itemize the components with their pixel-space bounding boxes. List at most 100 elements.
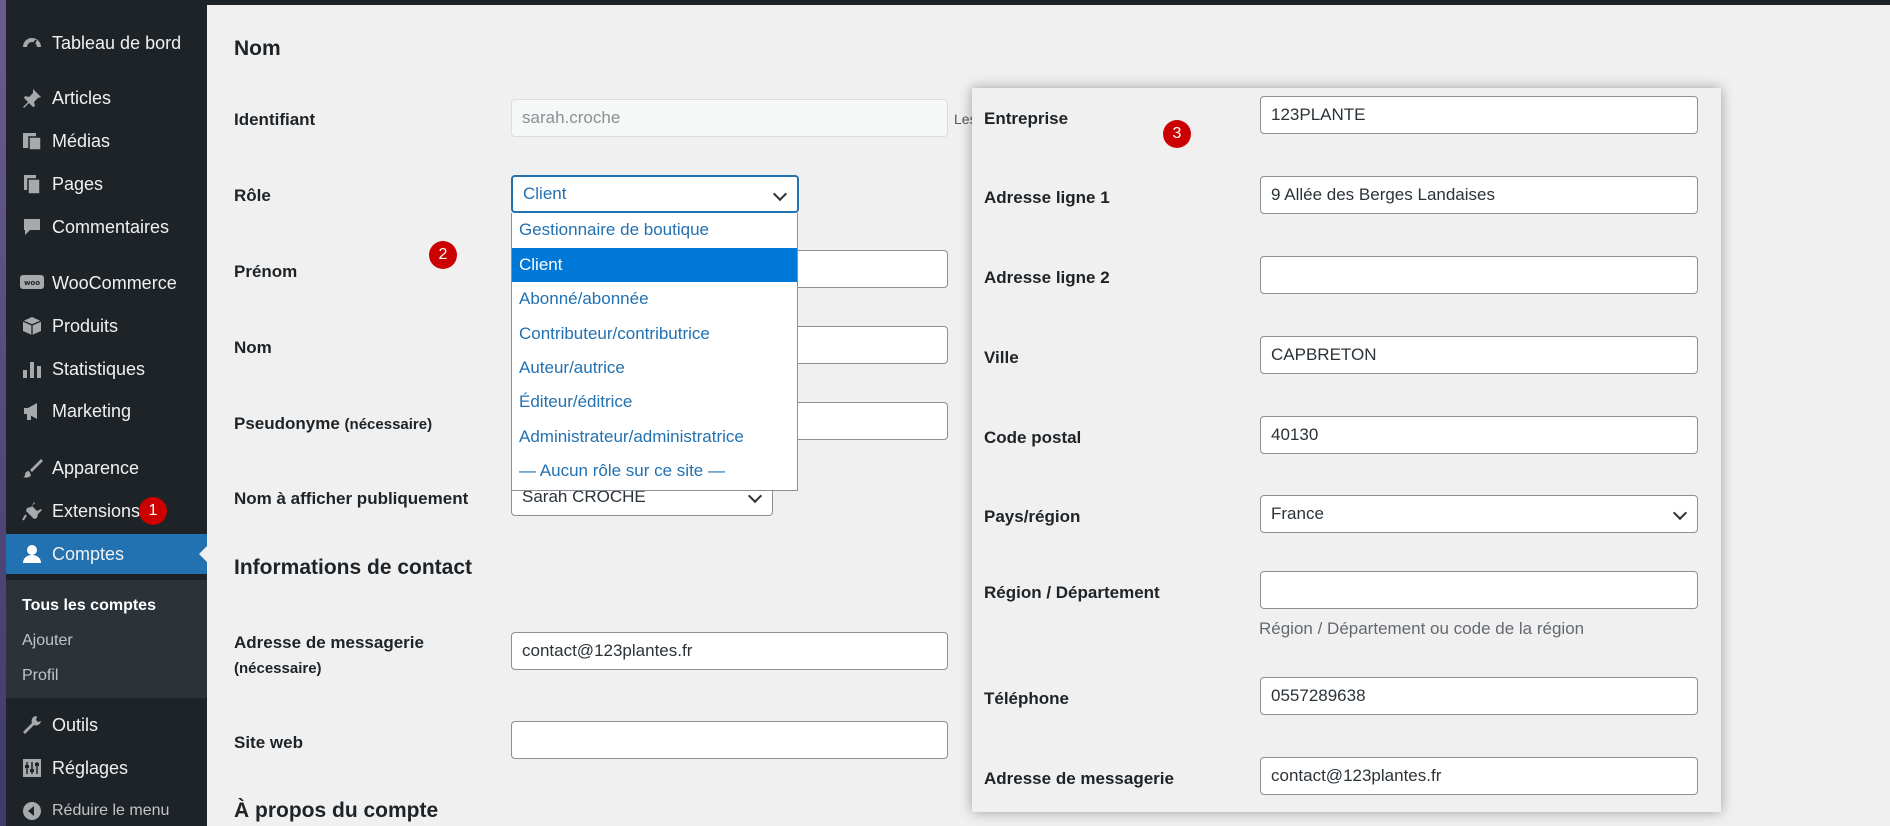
email-input[interactable]: contact@123plantes.fr <box>511 632 948 670</box>
chevron-down-icon <box>772 186 788 202</box>
billing-email-label: Adresse de messagerie <box>984 769 1174 788</box>
sidebar-item-reglages[interactable]: Réglages <box>6 748 207 788</box>
wrench-icon <box>20 713 44 737</box>
role-option-gestionnaire[interactable]: Gestionnaire de boutique <box>512 213 797 247</box>
brush-icon <box>20 456 44 480</box>
submenu-item-profil[interactable]: Profil <box>22 667 58 685</box>
sidebar-item-extensions[interactable]: Extensions <box>6 491 207 531</box>
company-label: Entreprise <box>984 109 1069 128</box>
role-option-contributeur[interactable]: Contributeur/contributrice <box>512 317 797 351</box>
site-web-input[interactable] <box>511 721 948 759</box>
sidebar-item-label: Comptes <box>52 543 125 564</box>
sidebar-item-statistiques[interactable]: Statistiques <box>6 349 207 389</box>
sidebar-item-produits[interactable]: Produits <box>6 306 207 346</box>
pseudo-label: Pseudonyme (nécessaire) <box>234 414 432 434</box>
sidebar-item-label: Articles <box>52 87 112 108</box>
user-icon <box>20 542 44 566</box>
identifiant-input: sarah.croche <box>511 99 948 137</box>
sidebar-item-label: Produits <box>52 315 119 336</box>
state-label: Région / Département <box>984 583 1160 602</box>
billing-email-input[interactable]: contact@123plantes.fr <box>1260 757 1698 795</box>
address2-input[interactable] <box>1260 256 1698 294</box>
sidebar-collapse-menu[interactable]: Réduire le menu <box>6 791 207 826</box>
country-label: Pays/région <box>984 507 1081 526</box>
address2-label: Adresse ligne 2 <box>984 268 1110 287</box>
sidebar-item-marketing[interactable]: Marketing <box>6 391 207 431</box>
submenu-item-ajouter[interactable]: Ajouter <box>22 632 73 650</box>
postcode-input[interactable]: 40130 <box>1260 416 1698 454</box>
prenom-label: Prénom <box>234 262 298 281</box>
sidebar-item-label: WooCommerce <box>52 272 177 293</box>
identifiant-label: Identifiant <box>234 110 316 129</box>
media-icon <box>20 129 44 153</box>
woo-icon: woo <box>20 271 44 295</box>
role-option-auteur[interactable]: Auteur/autrice <box>512 351 797 385</box>
bar-chart-icon <box>20 357 44 381</box>
role-select-value: Client <box>523 184 567 203</box>
country-select[interactable]: France <box>1260 495 1698 533</box>
country-select-value: France <box>1271 504 1324 523</box>
sidebar-item-dashboard[interactable]: Tableau de bord <box>6 23 207 63</box>
collapse-icon <box>20 799 44 823</box>
sidebar-item-label: Apparence <box>52 457 140 478</box>
role-option-client[interactable]: Client <box>512 248 797 282</box>
submenu-item-tous-les-comptes[interactable]: Tous les comptes <box>22 597 156 615</box>
phone-label: Téléphone <box>984 689 1070 708</box>
admin-top-bar <box>0 0 1890 5</box>
section-heading-about: À propos du compte <box>234 799 439 822</box>
role-option-administrateur[interactable]: Administrateur/administratrice <box>512 420 797 454</box>
section-heading-contact: Informations de contact <box>234 556 473 579</box>
chevron-down-icon <box>1672 505 1688 521</box>
megaphone-icon <box>20 399 44 423</box>
phone-input[interactable]: 0557289638 <box>1260 677 1698 715</box>
pseudo-required: (nécessaire) <box>344 416 433 433</box>
pages-icon <box>20 172 44 196</box>
sidebar-item-label: Marketing <box>52 400 132 421</box>
sidebar-item-label: Statistiques <box>52 358 146 379</box>
city-input[interactable]: CAPBRETON <box>1260 336 1698 374</box>
section-heading-nom: Nom <box>234 37 281 60</box>
sliders-icon <box>20 756 44 780</box>
sidebar-item-label: Médias <box>52 130 111 151</box>
sidebar-item-comptes[interactable]: Comptes <box>6 534 207 574</box>
state-input[interactable] <box>1260 571 1698 609</box>
sidebar-item-commentaires[interactable]: Commentaires <box>6 207 207 247</box>
sidebar-item-label: Commentaires <box>52 216 170 237</box>
sidebar-item-label: Réglages <box>52 757 129 778</box>
sidebar-item-woocommerce[interactable]: woo WooCommerce <box>6 263 207 303</box>
address1-input[interactable]: 9 Allée des Berges Landaises <box>1260 176 1698 214</box>
admin-sidebar: Tableau de bord Articles Médias Pages Co… <box>6 5 207 826</box>
sidebar-item-label: Outils <box>52 714 99 735</box>
email-label-text: Adresse de messagerie <box>234 633 424 652</box>
city-label: Ville <box>984 348 1019 367</box>
role-option-editeur[interactable]: Éditeur/éditrice <box>512 385 797 419</box>
sidebar-item-pages[interactable]: Pages <box>6 164 207 204</box>
role-option-abonne[interactable]: Abonné/abonnée <box>512 282 797 316</box>
comment-icon <box>20 215 44 239</box>
role-option-aucun[interactable]: — Aucun rôle sur ce site — <box>512 454 797 488</box>
nom-label: Nom <box>234 338 272 357</box>
sidebar-item-medias[interactable]: Médias <box>6 121 207 161</box>
company-input[interactable]: 123PLANTE <box>1260 96 1698 134</box>
site-web-label: Site web <box>234 733 303 752</box>
annotation-badge-3: 3 <box>1163 120 1191 148</box>
role-dropdown-list: Gestionnaire de boutique Client Abonné/a… <box>511 213 798 491</box>
email-required: (nécessaire) <box>234 660 322 677</box>
address1-label: Adresse ligne 1 <box>984 188 1110 207</box>
box-icon <box>20 314 44 338</box>
annotation-badge-2: 2 <box>429 241 457 269</box>
display-name-label: Nom à afficher publiquement <box>234 489 469 508</box>
email-label: Adresse de messagerie (nécessaire) <box>234 630 424 682</box>
role-label: Rôle <box>234 186 271 205</box>
sidebar-item-apparence[interactable]: Apparence <box>6 448 207 488</box>
billing-address-panel: Entreprise 123PLANTE 3 Adresse ligne 1 9… <box>972 88 1721 812</box>
pseudo-label-text: Pseudonyme <box>234 414 340 433</box>
plugin-icon <box>20 499 44 523</box>
comptes-submenu: Tous les comptes Ajouter Profil <box>6 580 207 698</box>
sidebar-item-articles[interactable]: Articles <box>6 78 207 118</box>
sidebar-item-outils[interactable]: Outils <box>6 705 207 745</box>
sidebar-item-label: Pages <box>52 173 104 194</box>
role-select[interactable]: Client <box>511 175 799 213</box>
sidebar-item-label: Réduire le menu <box>52 802 170 819</box>
state-hint: Région / Département ou code de la régio… <box>1259 619 1585 638</box>
